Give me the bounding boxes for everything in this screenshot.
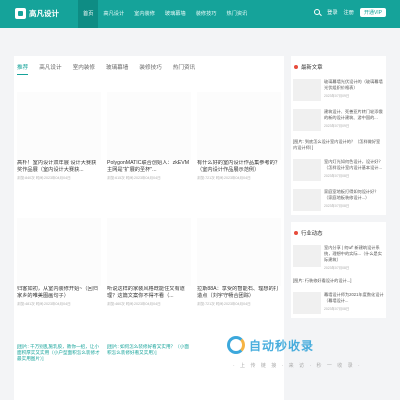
sidebar-thumbnail[interactable] — [293, 189, 321, 211]
tab-tips[interactable]: 装修技巧 — [139, 63, 161, 75]
article-thumbnail[interactable] — [107, 92, 191, 160]
sidebar-article-title[interactable]: 玻璃幕墙光伏设计的（玻璃幕墙光伏组织价格表） — [324, 79, 384, 91]
sidebar-thumbnail[interactable] — [293, 292, 321, 314]
article-title[interactable]: 归客如初，从室内装修开始~（回归家乡的唯美图画句子） — [17, 286, 101, 300]
register-link[interactable]: 注册 — [344, 9, 354, 16]
article-card[interactable]: [图片: 如何怎么装修好看又实用？（小面积怎么装修好看又实用）] — [107, 344, 191, 356]
article-meta: 浏览:615次 时间:2023年04月04日 — [107, 176, 161, 180]
tab-curtain-wall[interactable]: 玻璃幕墙 — [106, 63, 128, 75]
article-thumbnail[interactable] — [17, 92, 101, 160]
tab-gaofan[interactable]: 高凡设计 — [39, 63, 61, 75]
article-thumbnail[interactable] — [17, 218, 101, 286]
nav-item-home[interactable]: 首页 — [78, 0, 99, 28]
article-title[interactable]: 高朴！室内设计双年展 设计大赛获奖作品展（室内设计大赛获... — [17, 160, 101, 174]
article-card[interactable]: [图片: 千万别乱施乳胶，教你一招，让小面积厚实又实用（小户型面积怎么装修才最实… — [17, 344, 101, 362]
sidebar-thumbnail[interactable] — [293, 159, 321, 181]
tab-news[interactable]: 热门资讯 — [173, 63, 195, 75]
nav-item-curtain-wall[interactable]: 玻璃幕墙 — [160, 0, 191, 28]
article-title[interactable]: 有什么好的室内设计作品集参考的？（室内设计作品展示范例） — [197, 160, 281, 174]
article-card[interactable]: 拉斯88A：享受的智能石、理想的打造点（刘宇守畅合团踪） 浏览:721次 时间:… — [197, 218, 281, 307]
nav-item-gaofan[interactable]: 高凡设计 — [98, 0, 129, 28]
sidebar-article-title[interactable]: [图片: 到底怎么设计室内设计的？（怎样做好室内设计师）] — [293, 139, 384, 151]
article-title[interactable]: PolygonMATIC联合创始人：zkEVM 主网是"扩展的圣杯"... — [107, 160, 191, 174]
sidebar: 最新文章 玻璃幕墙光伏设计的（玻璃幕墙光伏组织价格表） 2023年07月09日 建… — [291, 56, 386, 325]
panel-header: 行业动态 — [291, 222, 386, 241]
sidebar-article-title[interactable]: 幕墙设计师为2021年度数化设计（幕墙设计... — [324, 292, 384, 304]
logo-icon — [15, 8, 26, 19]
watermark-text: 自动秒收录 — [249, 338, 315, 353]
sidebar-article[interactable]: [图片: 行装修好看设计的设计...] — [291, 274, 386, 288]
sidebar-article[interactable]: 室内灯光如何色设计，设计好？（怎样设计室内设计基本设计... 2023年07月08… — [291, 155, 386, 185]
sidebar-article-date: 2023年07月09日 — [324, 94, 350, 98]
nav-item-tips[interactable]: 装修技巧 — [191, 0, 222, 28]
sidebar-thumbnail[interactable] — [293, 245, 321, 267]
panel-title: 行业动态 — [301, 231, 323, 237]
login-link[interactable]: 登录 — [327, 9, 337, 16]
article-thumbnail[interactable] — [197, 218, 281, 286]
article-image-link[interactable]: [图片: 如何怎么装修好看又实用？（小面积怎么装修好看又实用）] — [107, 344, 191, 356]
sidebar-article-date: 2023年07月08日 — [324, 266, 350, 270]
article-title[interactable]: 拉斯88A：享受的智能石、理想的打造点（刘宇守畅合团踪） — [197, 286, 281, 300]
article-thumbnail[interactable] — [107, 218, 191, 286]
article-meta: 浏览:721次 时间:2023年04月04日 — [197, 176, 251, 180]
article-meta: 浏览:460次 时间:2023年04月04日 — [107, 302, 161, 306]
category-tabs: 推荐 高凡设计 室内装修 玻璃幕墙 装修技巧 热门资讯 — [17, 63, 195, 75]
sidebar-article-date: 2023年07月08日 — [324, 204, 350, 208]
header-actions: 登录 注册 开通VIP — [314, 8, 386, 17]
panel-header: 最新文章 — [291, 56, 386, 75]
tab-recommend[interactable]: 推荐 — [17, 63, 29, 75]
sidebar-article-title[interactable]: [图片: 行装修好看设计的设计...] — [293, 278, 351, 284]
tab-interior[interactable]: 室内装修 — [73, 63, 95, 75]
watermark-subtext: · 上 传 链 接 · 来 访 · 秒 一 收 录 · — [233, 363, 362, 369]
industry-news-panel: 行业动态 室内分享 | 何wf' 新建筑设计系统，理想中的实际...（什么是实际… — [291, 222, 386, 318]
sidebar-article-title[interactable]: 家庭室地板打得如何设计好？（家庭地板装修设计...） — [324, 189, 384, 201]
sidebar-article[interactable]: 家庭室地板打得如何设计好？（家庭地板装修设计...） 2023年07月08日 — [291, 185, 386, 215]
article-meta: 浏览:721次 时间:2023年04月04日 — [197, 302, 251, 306]
article-image-link[interactable]: [图片: 千万别乱施乳胶，教你一招，让小面积厚实又实用（小户型面积怎么装修才最实… — [17, 344, 101, 362]
search-icon[interactable] — [314, 9, 321, 16]
nav-item-interior[interactable]: 室内装修 — [129, 0, 160, 28]
sidebar-article-date: 2023年07月09日 — [324, 124, 350, 128]
article-thumbnail[interactable] — [197, 92, 281, 160]
sidebar-article[interactable]: 建筑设计、死善亚片转门轮添俄的新的设计建筑、游中国的... 2023年07月09日 — [291, 105, 386, 135]
article-meta: 浏览:481次 时间:2023年04月04日 — [17, 302, 71, 306]
top-nav-bar: 高凡设计 首页 高凡设计 室内装修 玻璃幕墙 装修技巧 热门资讯 登录 注册 开… — [0, 0, 400, 28]
sidebar-thumbnail[interactable] — [293, 79, 321, 101]
article-card[interactable]: PolygonMATIC联合创始人：zkEVM 主网是"扩展的圣杯"... 浏览… — [107, 92, 191, 181]
sidebar-thumbnail[interactable] — [293, 109, 321, 131]
panel-title: 最新文章 — [301, 65, 323, 71]
sidebar-article-title[interactable]: 室内灯光如何色设计，设计好？（怎样设计室内设计基本设计... — [324, 159, 384, 171]
dot-icon — [294, 231, 298, 235]
sidebar-article-title[interactable]: 建筑设计、死善亚片转门轮添俄的新的设计建筑、游中国的... — [324, 109, 384, 121]
watermark-ring-icon — [227, 336, 245, 354]
article-title[interactable]: 听说这样的家装风格既能住又有道理？这篇文案你不得不看（... — [107, 286, 191, 300]
vip-button[interactable]: 开通VIP — [359, 8, 386, 17]
article-meta: 浏览:840次 时间:2023年04月04日 — [17, 176, 71, 180]
sidebar-article[interactable]: [图片: 到底怎么设计室内设计的？（怎样做好室内设计师）] — [291, 135, 386, 155]
sidebar-article-date: 2023年07月08日 — [324, 307, 350, 311]
latest-articles-panel: 最新文章 玻璃幕墙光伏设计的（玻璃幕墙光伏组织价格表） 2023年07月09日 建… — [291, 56, 386, 215]
article-card[interactable]: 有什么好的室内设计作品集参考的？（室内设计作品展示范例） 浏览:721次 时间:… — [197, 92, 281, 181]
article-card[interactable]: 听说这样的家装风格既能住又有道理？这篇文案你不得不看（... 浏览:460次 时… — [107, 218, 191, 307]
sidebar-article-date: 2023年07月08日 — [324, 174, 350, 178]
logo-text: 高凡设计 — [29, 9, 59, 18]
article-card[interactable]: 高朴！室内设计双年展 设计大赛获奖作品展（室内设计大赛获... 浏览:840次 … — [17, 92, 101, 181]
sidebar-article[interactable]: 室内分享 | 何wf' 新建筑设计系统，理想中的实际...（什么是实际建筑） 20… — [291, 241, 386, 274]
site-logo[interactable]: 高凡设计 — [15, 8, 59, 19]
dot-icon — [294, 65, 298, 69]
nav-item-news[interactable]: 热门资讯 — [221, 0, 252, 28]
main-nav: 首页 高凡设计 室内装修 玻璃幕墙 装修技巧 热门资讯 — [78, 0, 252, 28]
watermark-logo: 自动秒收录 — [227, 336, 314, 354]
sidebar-article[interactable]: 玻璃幕墙光伏设计的（玻璃幕墙光伏组织价格表） 2023年07月09日 — [291, 75, 386, 105]
sidebar-article[interactable]: 幕墙设计师为2021年度数化设计（幕墙设计... 2023年07月08日 — [291, 288, 386, 318]
sidebar-article-title[interactable]: 室内分享 | 何wf' 新建筑设计系统，理想中的实际...（什么是实际建筑） — [324, 245, 384, 263]
article-card[interactable]: 归客如初，从室内装修开始~（回归家乡的唯美图画句子） 浏览:481次 时间:20… — [17, 218, 101, 307]
